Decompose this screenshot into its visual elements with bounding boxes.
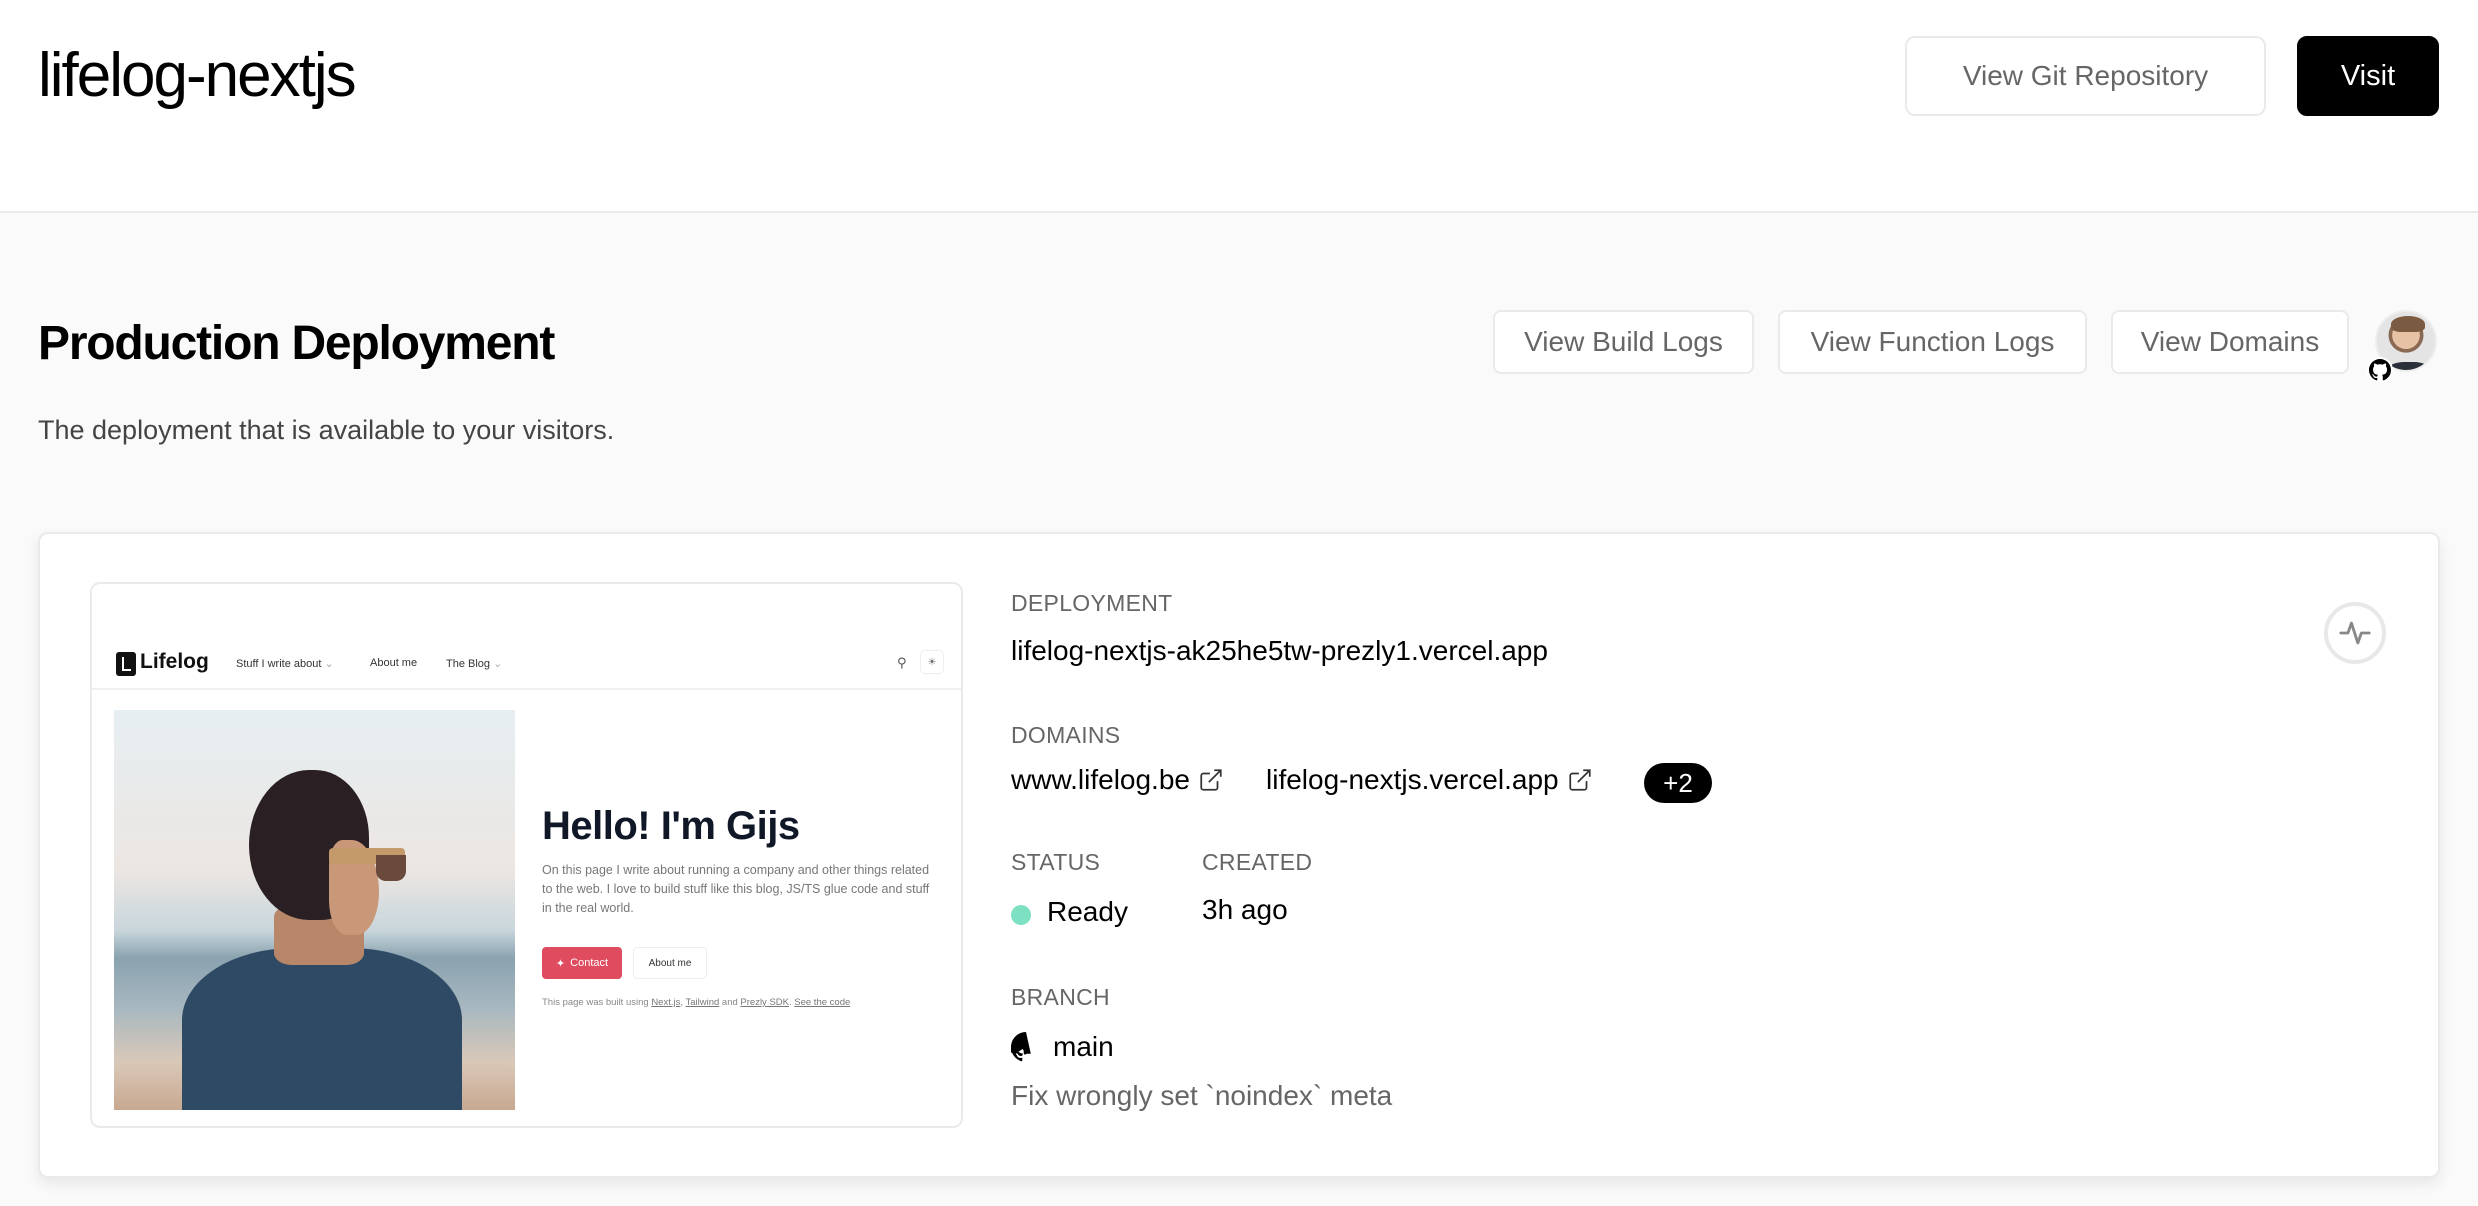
created-value: 3h ago — [1202, 894, 1288, 925]
preview-search-icon: ⚲ — [897, 655, 907, 670]
activity-pulse-icon — [2339, 621, 2371, 645]
deployment-url-link[interactable]: lifelog-nextjs-ak25he5tw-prezly1.vercel.… — [1011, 635, 1548, 667]
activity-button[interactable] — [2324, 602, 2386, 664]
domains-label: DOMAINS — [1011, 722, 1121, 748]
preview-navbar: Lifelog Stuff I write about ⌄ About me T… — [92, 640, 961, 690]
preview-logo-text: Lifelog — [140, 650, 209, 673]
preview-about-button: About me — [633, 947, 707, 979]
twitter-icon: ✦ — [555, 957, 566, 970]
more-domains-badge[interactable]: +2 — [1644, 763, 1712, 803]
deployment-card: Lifelog Stuff I write about ⌄ About me T… — [38, 532, 2440, 1178]
status-label: STATUS — [1011, 849, 1101, 875]
view-git-repository-button[interactable]: View Git Repository — [1905, 36, 2266, 116]
external-link-icon — [1200, 769, 1222, 791]
github-icon — [1011, 1032, 1031, 1062]
section-title: Production Deployment — [38, 317, 555, 370]
status-value: Ready — [1047, 896, 1128, 927]
status-indicator — [1011, 905, 1031, 925]
preview-theme-icon: ☀ — [920, 650, 944, 674]
preview-heading: Hello! I'm Gijs — [542, 804, 800, 848]
preview-contact-button: ✦ Contact — [542, 947, 622, 979]
domain-link[interactable]: lifelog-nextjs.vercel.app — [1266, 764, 1593, 796]
project-header: lifelog-nextjs View Git Repository Visit — [0, 0, 2478, 213]
preview-nav-item: Stuff I write about ⌄ — [236, 658, 334, 670]
created-label: CREATED — [1202, 849, 1313, 875]
view-build-logs-button[interactable]: View Build Logs — [1493, 310, 1754, 374]
deployment-preview[interactable]: Lifelog Stuff I write about ⌄ About me T… — [90, 582, 963, 1128]
section-subtitle: The deployment that is available to your… — [38, 415, 615, 445]
commit-message[interactable]: Fix wrongly set `noindex` meta — [1011, 1080, 1392, 1112]
avatar-shirt — [2387, 362, 2431, 370]
github-icon — [2367, 357, 2393, 383]
branch-value: main — [1053, 1031, 1114, 1062]
preview-nav-item: The Blog ⌄ — [446, 658, 503, 670]
preview-footer-note: This page was built using Next.js, Tailw… — [542, 997, 851, 1008]
project-title: lifelog-nextjs — [38, 41, 357, 110]
deployment-label: DEPLOYMENT — [1011, 590, 1173, 616]
domain-link[interactable]: www.lifelog.be — [1011, 764, 1224, 796]
preview-logo-icon — [116, 652, 136, 676]
preview-hero-photo — [114, 710, 515, 1110]
branch-label: BRANCH — [1011, 984, 1110, 1010]
preview-description: On this page I write about running a com… — [542, 863, 930, 915]
view-function-logs-button[interactable]: View Function Logs — [1778, 310, 2087, 374]
branch-link[interactable]: main — [1011, 1031, 1114, 1063]
external-link-icon — [1568, 769, 1591, 791]
preview-nav-item: About me — [370, 657, 418, 669]
visit-button[interactable]: Visit — [2297, 36, 2439, 116]
avatar-hair — [2391, 316, 2425, 332]
view-domains-button[interactable]: View Domains — [2111, 310, 2349, 374]
